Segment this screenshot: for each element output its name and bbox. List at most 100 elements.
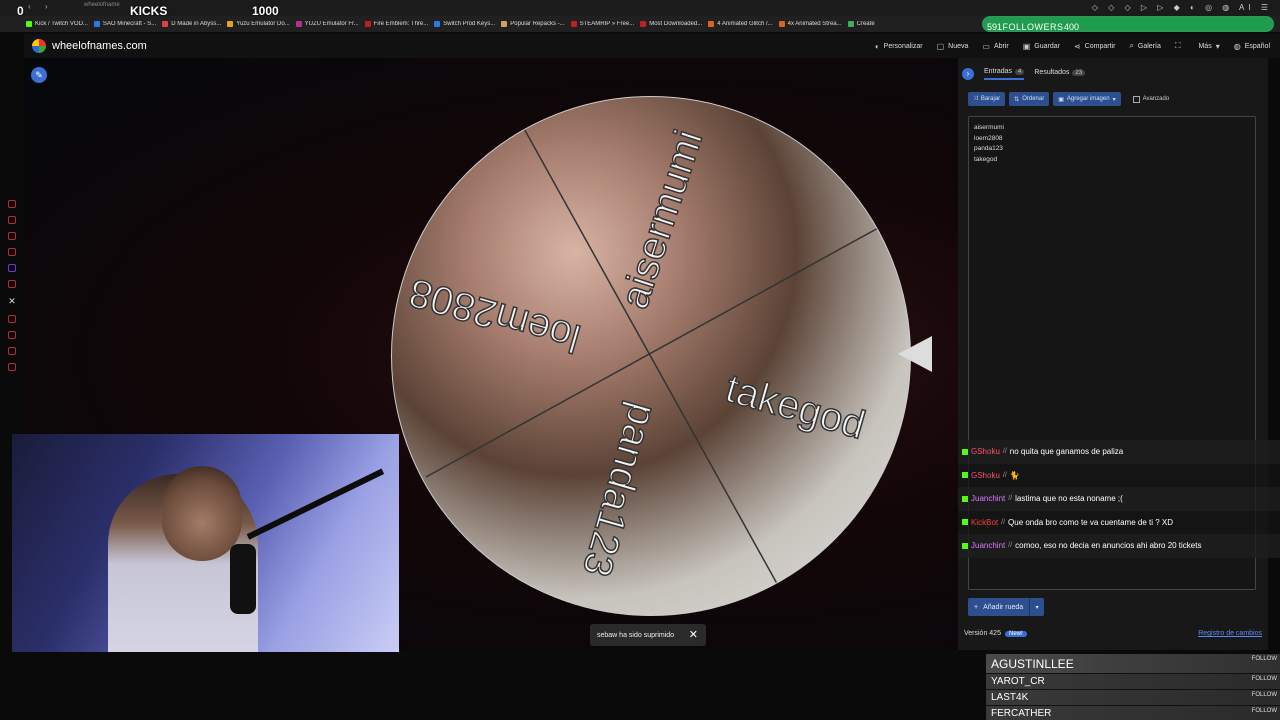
webcam-feed: [12, 434, 399, 652]
search-icon: ⌕: [1129, 41, 1134, 50]
folder-icon: ▭: [982, 41, 990, 51]
sidebar-icon[interactable]: [8, 363, 16, 371]
x-icon[interactable]: ✕: [0, 296, 24, 307]
sort-button[interactable]: ⇅ Ordenar: [1009, 92, 1050, 106]
bookmark-label: 4 Animated Glitch /...: [717, 21, 773, 27]
bookmark-favicon-icon: [295, 21, 302, 27]
close-icon[interactable]: ✕: [689, 628, 698, 641]
advanced-checkbox[interactable]: Avanzado: [1132, 95, 1169, 103]
menu-item-galería[interactable]: ⌕ Galería: [1129, 41, 1160, 51]
panel-footer: Versión 425 New! Registro de cambios: [964, 630, 1262, 637]
follower-name: LAST4K: [991, 692, 1029, 703]
screen: ‹ › wheelofname ◇ ◇ ◇ ▷ ▷ ◆ ◐ ◎ ◍ AI ☰ K…: [0, 0, 1280, 720]
bookmark-label: Popular Repacks -...: [510, 21, 565, 27]
menu-item-fullscreen-icon[interactable]: ⛶: [1175, 41, 1185, 51]
chevron-down-icon: ▾: [1215, 41, 1220, 51]
menu-item-personalizar[interactable]: ◐ Personalizar: [875, 42, 923, 51]
bookmark-item[interactable]: SAO Minecraft - S...: [93, 21, 156, 27]
menu-item-label: Personalizar: [883, 42, 923, 50]
bookmark-item[interactable]: Switch Prod Keys...: [434, 21, 495, 27]
checkbox-box[interactable]: [1132, 95, 1140, 103]
menu-item-nueva[interactable]: ▢ Nueva: [937, 42, 969, 51]
menu-item-label: Compartir: [1084, 42, 1116, 50]
tab-resultados[interactable]: Resultados 23: [1034, 69, 1086, 79]
palette-icon: ◐: [874, 41, 880, 51]
wheel[interactable]: aisermumi takegod panda123 loem2808: [391, 96, 911, 616]
tab-entradas[interactable]: Entradas 4: [984, 68, 1025, 80]
bookmark-item[interactable]: 4 Animated Glitch /...: [708, 21, 773, 27]
edit-pencil-button[interactable]: ✎: [31, 67, 47, 83]
shuffle-button[interactable]: ⤨ Barajar: [968, 92, 1006, 106]
bookmark-label: Kick / Twitch VOD...: [35, 21, 88, 27]
bookmark-item[interactable]: YUZU Emulator Fr...: [295, 21, 359, 27]
follower-name: YAROT_CR: [991, 676, 1045, 687]
add-wheel-button[interactable]: + Añadir rueda ▾: [968, 598, 1045, 616]
new-badge: New!: [1004, 630, 1027, 637]
menu-item-guardar[interactable]: ▣ Guardar: [1023, 42, 1060, 51]
add-image-button[interactable]: ▣ Agregar imagen ▾: [1053, 92, 1121, 106]
app-header: wheelofnames.com ◐ Personalizar ▢ Nueva ▭ Abr…: [24, 34, 1280, 58]
wheel-pointer-icon: [898, 336, 932, 372]
browser-nav-controls[interactable]: ‹ ›: [28, 2, 54, 11]
recent-followers-list: AGUSTINLLEE FOLLOW YAROT_CR FOLLOW LAST4K FOL…: [986, 654, 1280, 720]
twitch-icon[interactable]: [8, 264, 16, 272]
entries-panel: › Entradas 4 Resultados 23 ⤨ Barajar ⇅ O…: [958, 58, 1268, 650]
sidebar-icon[interactable]: [8, 280, 16, 288]
toast-message: sebaw ha sido suprimido: [597, 631, 675, 639]
chat-username: Juanchint: [971, 541, 1006, 551]
bookmark-item[interactable]: Most Downloaded...: [640, 21, 702, 27]
bookmark-item[interactable]: STEAMRIP » Free...: [570, 21, 635, 27]
follow-tag: FOLLOW: [1251, 708, 1277, 714]
bookmark-item[interactable]: D Made in Abyss...: [162, 21, 221, 27]
site-logo[interactable]: wheelofnames.com: [32, 39, 147, 53]
sidebar-icon[interactable]: [8, 248, 16, 256]
bookmark-item[interactable]: Popular Repacks -...: [501, 21, 565, 27]
follower-row: LAST4K FOLLOW: [986, 690, 1280, 706]
chat-text: Que onda bro como te va cuentame de ti ?…: [1008, 517, 1173, 527]
entry-line: panda123: [974, 145, 1003, 152]
chevron-right-icon[interactable]: ›: [962, 68, 974, 80]
bookmark-item[interactable]: Yuzu Emulator Do...: [227, 21, 290, 27]
wheel-dividers: [425, 124, 881, 590]
plus-icon: +: [974, 603, 979, 611]
bookmark-item[interactable]: Kick / Twitch VOD...: [26, 21, 88, 27]
menu-item-español[interactable]: ◍ Español: [1234, 42, 1270, 51]
kick-badge-icon: [962, 495, 968, 502]
menu-item-compartir[interactable]: ⋖ Compartir: [1074, 42, 1115, 51]
changelog-link[interactable]: Registro de cambios: [1198, 630, 1262, 637]
bookmark-label: Yuzu Emulator Do...: [236, 21, 290, 27]
sidebar-icon[interactable]: [8, 315, 16, 323]
tab-count: 4: [1015, 68, 1025, 75]
bookmark-favicon-icon: [847, 21, 854, 27]
image-icon: ▣: [1058, 96, 1064, 103]
mic-arm: [246, 468, 385, 540]
bookmark-label: D Made in Abyss...: [171, 21, 222, 27]
bookmark-label: STEAMRIP » Free...: [579, 21, 635, 27]
sidebar-icon[interactable]: [8, 331, 16, 339]
fullscreen-icon: ⛶: [1174, 41, 1181, 50]
browser-extension-icons[interactable]: ◇ ◇ ◇ ▷ ▷ ◆ ◐ ◎ ◍ AI ☰: [1092, 3, 1272, 12]
chevron-down-icon[interactable]: ▾: [1030, 604, 1044, 611]
browser-tab-bar: ‹ › wheelofname ◇ ◇ ◇ ▷ ▷ ◆ ◐ ◎ ◍ AI ☰: [0, 0, 1280, 16]
follower-row: YAROT_CR FOLLOW: [986, 674, 1280, 690]
bookmark-label: Most Downloaded...: [649, 21, 703, 27]
sidebar-icon[interactable]: [8, 232, 16, 240]
add-wheel-main[interactable]: + Añadir rueda: [968, 598, 1031, 616]
bookmark-item[interactable]: 4x Animated Strea...: [778, 21, 842, 27]
sidebar-icon[interactable]: [8, 216, 16, 224]
menu-item-más[interactable]: Más ▾: [1198, 42, 1219, 51]
entry-line: loem2808: [974, 134, 1003, 142]
bookmark-label: Fire Emblem: Thre...: [373, 21, 429, 27]
menu-item-abrir[interactable]: ▭ Abrir: [982, 42, 1008, 51]
shuffle-label: Barajar: [980, 96, 1001, 102]
webcam-person-head: [162, 466, 242, 561]
left-sidebar-icons: ✕: [0, 200, 24, 379]
followers-current: 591: [987, 22, 1003, 32]
bookmark-item[interactable]: Create: [847, 21, 875, 27]
sidebar-icon[interactable]: [8, 347, 16, 355]
site-name: wheelofnames.com: [52, 40, 147, 52]
bookmark-item[interactable]: Fire Emblem: Thre...: [364, 21, 429, 27]
sidebar-icon[interactable]: [8, 200, 16, 208]
followers-label: FOLLOWERS: [1002, 22, 1064, 32]
overlay-left-count: 0: [17, 4, 24, 18]
